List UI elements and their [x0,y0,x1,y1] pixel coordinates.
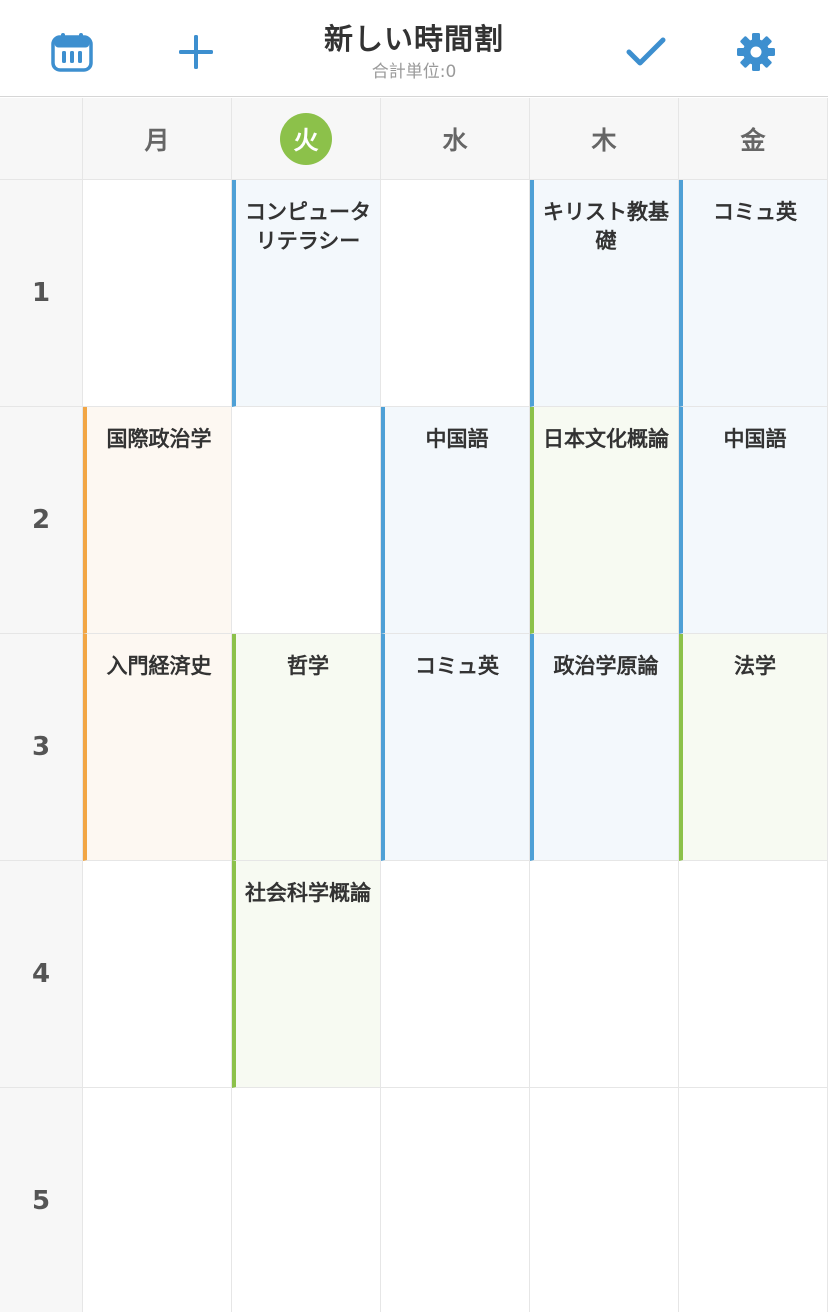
day-header-3[interactable]: 水 [381,98,530,180]
today-day-label: 火 [280,112,332,165]
period-header-4: 4 [0,861,83,1088]
class-name: 入門経済史 [106,654,212,678]
empty-cell[interactable] [530,1088,679,1312]
class-name: 法学 [734,654,776,678]
class-cell[interactable]: 哲学 [232,634,381,861]
class-cell[interactable]: コミュ英 [679,180,828,407]
class-cell[interactable]: 中国語 [381,407,530,634]
day-label: 水 [442,125,468,155]
top-bar: 新しい時間割 合計単位:0 [0,0,828,97]
class-cell[interactable]: 日本文化概論 [530,407,679,634]
class-cell[interactable]: コンピュータリテラシー [232,180,381,407]
page-title: 新しい時間割 [323,22,504,56]
class-cell[interactable]: 入門経済史 [83,634,232,861]
period-header-1: 1 [0,180,83,407]
class-cell[interactable]: 社会科学概論 [232,861,381,1088]
done-button[interactable] [618,24,674,80]
day-header-5[interactable]: 金 [679,98,828,180]
timetable-grid: 月火水木金 1 コンピュータリテラシー キリスト教基礎 コミュ英 2 国際政治学 中国語 日本文… [0,98,828,1312]
class-cell[interactable]: 政治学原論 [530,634,679,861]
class-cell[interactable]: 中国語 [679,407,828,634]
class-name: 中国語 [723,427,787,451]
grid-corner [0,98,83,180]
empty-cell[interactable] [530,861,679,1088]
period-header-5: 5 [0,1088,83,1312]
calendar-icon [51,32,93,72]
empty-cell[interactable] [679,1088,828,1312]
class-name: 社会科学概論 [245,881,371,905]
class-name: コンピュータリテラシー [245,200,371,253]
title-block: 新しい時間割 合計単位:0 [214,20,614,84]
class-name: 哲学 [287,654,329,678]
empty-cell[interactable] [679,861,828,1088]
calendar-button[interactable] [44,24,100,80]
settings-button[interactable] [728,24,784,80]
day-label: 金 [740,125,766,155]
day-header-4[interactable]: 木 [530,98,679,180]
period-label: 3 [31,732,51,762]
empty-cell[interactable] [381,861,530,1088]
class-name: キリスト教基礎 [543,200,669,253]
class-cell[interactable]: 国際政治学 [83,407,232,634]
empty-cell[interactable] [232,1088,381,1312]
checkmark-icon [626,36,666,68]
period-label: 5 [31,1186,51,1216]
empty-cell[interactable] [83,180,232,407]
gear-icon [736,32,776,72]
class-name: コミュ英 [415,654,499,678]
class-cell[interactable]: キリスト教基礎 [530,180,679,407]
day-label: 木 [591,125,617,155]
day-label: 月 [144,125,170,155]
period-header-2: 2 [0,407,83,634]
period-label: 1 [31,278,51,308]
timetable-app: 新しい時間割 合計単位:0 月 火 水 木 金 1 コンピュータリテラシー キリ… [0,0,828,1312]
period-header-3: 3 [0,634,83,861]
empty-cell[interactable] [381,1088,530,1312]
day-header-1[interactable]: 月 [83,98,232,180]
class-name: 国際政治学 [106,427,212,451]
class-name: コミュ英 [713,200,797,224]
class-name: 中国語 [425,427,489,451]
empty-cell[interactable] [83,1088,232,1312]
empty-cell[interactable] [232,407,381,634]
empty-cell[interactable] [83,861,232,1088]
total-credits: 合計単位:0 [371,62,457,82]
class-name: 日本文化概論 [543,427,669,451]
period-label: 4 [31,959,51,989]
class-name: 政治学原論 [553,654,659,678]
plus-icon [178,34,214,70]
empty-cell[interactable] [381,180,530,407]
day-header-2[interactable]: 火 [232,98,381,180]
period-label: 2 [31,505,51,535]
class-cell[interactable]: 法学 [679,634,828,861]
class-cell[interactable]: コミュ英 [381,634,530,861]
